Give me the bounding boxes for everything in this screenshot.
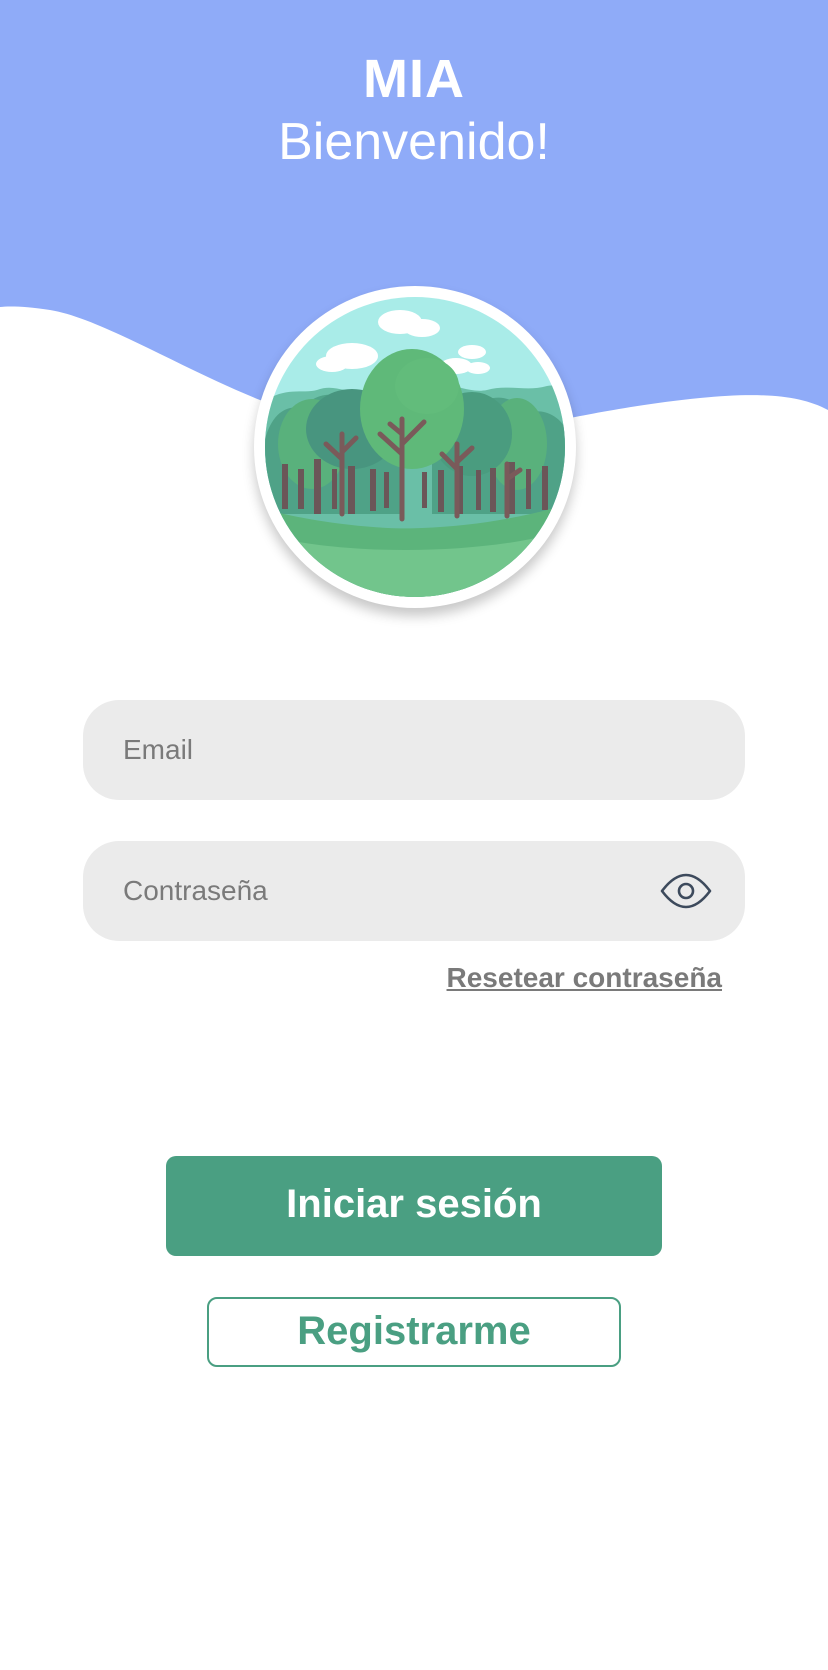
password-field[interactable] <box>83 841 745 941</box>
welcome-subtitle: Bienvenido! <box>278 113 550 171</box>
password-input[interactable] <box>123 841 663 941</box>
avatar <box>254 286 576 608</box>
register-button[interactable]: Registrarme <box>207 1297 621 1367</box>
reset-password-link[interactable]: Resetear contraseña <box>447 962 722 994</box>
app-title: MIA <box>363 49 465 109</box>
forest-landscape-icon <box>265 297 565 597</box>
email-input[interactable] <box>123 700 663 800</box>
login-button[interactable]: Iniciar sesión <box>166 1156 662 1256</box>
email-field[interactable] <box>83 700 745 800</box>
eye-icon[interactable] <box>659 871 713 911</box>
